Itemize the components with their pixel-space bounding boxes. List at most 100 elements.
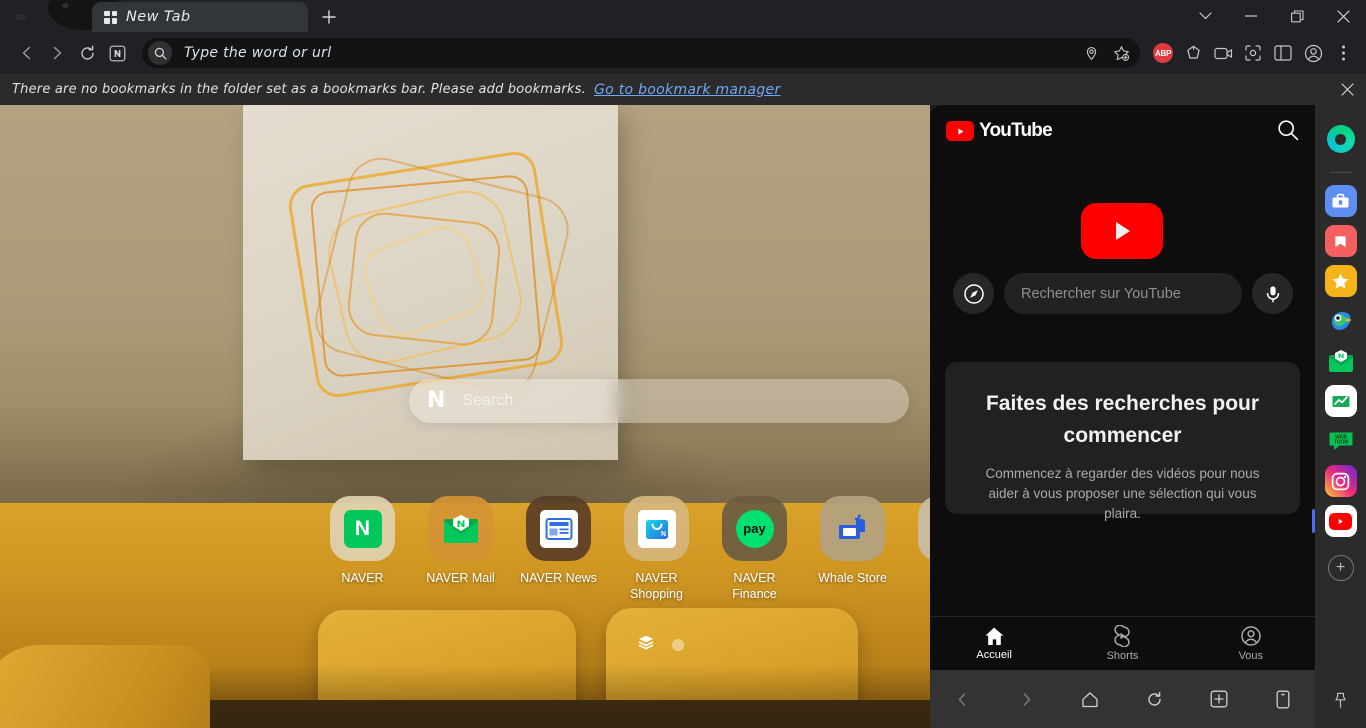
video-capture-button[interactable] [1208,38,1238,68]
restore-icon [1290,9,1304,22]
dock-item-favorites[interactable] [1324,265,1357,297]
shortcut-partial[interactable] [918,496,930,602]
restore-button[interactable] [1274,0,1320,32]
panel-back-button[interactable] [930,692,994,707]
youtube-large-play-logo [1081,203,1163,259]
naver-mail-icon [1328,349,1353,372]
address-bar-placeholder: Type the word or url [184,45,332,61]
page-indicator-dot[interactable] [672,638,684,651]
dock-pin-button[interactable] [1333,692,1348,714]
dock-item-instagram[interactable] [1324,465,1357,497]
chart-icon [1332,396,1349,407]
shortcut-naver-mail[interactable]: NAVER Mail [426,496,495,602]
profile-button[interactable] [1298,38,1328,68]
naver-icon: N [343,509,382,548]
tab-strip: New Tab [0,0,1366,32]
tile-label: NAVER Mail [426,571,495,585]
forward-button[interactable] [42,38,72,68]
tile-background [428,496,493,561]
explore-compass-icon [963,283,984,304]
close-bookmarks-bar-button[interactable] [1339,81,1356,98]
forward-icon [1023,692,1030,706]
bookmark-heart-icon [1335,235,1346,247]
svg-text:N: N [661,531,666,538]
panel-home-button[interactable] [1058,691,1122,708]
youtube-voice-search-button[interactable] [1252,273,1293,314]
new-tab-button[interactable] [316,4,342,30]
youtube-logo[interactable]: YouTube [946,120,1053,142]
shortcut-whale-store[interactable]: Whale Store [818,496,887,602]
panel-forward-button[interactable] [994,692,1058,707]
tile-background: N [624,496,689,561]
panel-device-button[interactable] [1251,690,1315,709]
dock-item-bookmarks[interactable] [1324,225,1357,257]
youtube-empty-title: Faites des recherches pour commencer [985,392,1260,447]
plus-icon [322,10,336,24]
dock-item-parrot[interactable] [1325,305,1357,337]
dock-item-whale-ring[interactable] [1325,123,1357,155]
tab-list-button[interactable] [1182,0,1228,32]
more-menu-button[interactable] [1328,38,1358,68]
screen-capture-button[interactable] [1238,38,1268,68]
dock-item-webtoon[interactable]: WEB TOON [1325,425,1357,457]
minimize-button[interactable] [1228,0,1274,32]
youtube-empty-subtitle: Commencez à regarder des vidéos pour nou… [985,466,1260,521]
dock-item-stocks[interactable] [1324,385,1357,417]
shortcut-naver-news[interactable]: NAVER News [520,496,597,602]
shortcut-naver-shopping[interactable]: N NAVER Shopping [624,496,689,602]
youtube-search-input[interactable]: Rechercher sur YouTube [1004,273,1242,314]
tab-label: New Tab [126,9,191,25]
whale-extension-button[interactable] [1178,38,1208,68]
home-button[interactable] [102,38,132,68]
search-icon [154,47,166,59]
location-pin-icon[interactable] [1076,38,1106,68]
close-window-button[interactable] [1320,0,1366,32]
panel-add-button[interactable] [1187,690,1251,708]
minimize-icon [1245,15,1257,17]
shortcut-naver[interactable]: N NAVER [330,496,395,602]
youtube-search-placeholder: Rechercher sur YouTube [1021,285,1181,302]
play-triangle-icon [1116,222,1130,240]
account-icon [1241,626,1261,646]
tile-background [526,496,591,561]
youtube-bottom-nav: Accueil Shorts Vous [930,616,1315,670]
adblock-plus-button[interactable]: ABP [1148,38,1178,68]
svg-text:TOON: TOON [1333,439,1348,445]
sidebar-toggle-button[interactable] [1268,38,1298,68]
panel-browse-bar [930,670,1315,728]
dock-item-toolbox[interactable] [1324,185,1357,217]
youtube-nav-accueil[interactable]: Accueil [930,626,1058,661]
tile-background: pay [722,496,787,561]
back-button[interactable] [12,38,42,68]
layers-icon[interactable] [638,634,654,655]
dock-item-youtube[interactable] [1311,505,1357,537]
close-icon [1336,9,1350,23]
panel-reload-button[interactable] [1123,691,1187,708]
add-icon [1210,690,1228,708]
youtube-search-button[interactable] [1277,119,1301,143]
youtube-explore-button[interactable] [953,273,994,314]
whale-ring-icon [1326,125,1355,153]
microphone-icon [1266,285,1279,302]
dock-add-button[interactable]: + [1327,555,1354,581]
bookmark-manager-link[interactable]: Go to bookmark manager [594,82,781,98]
address-bar[interactable]: Type the word or url [142,38,1140,68]
naver-search-box[interactable]: N Search [409,379,909,423]
dock-item-naver-mail[interactable] [1325,345,1357,377]
app-dock: WEB TOON + [1311,105,1366,728]
browser-window: New Tab Type the word or url ABP There a… [0,0,1366,728]
youtube-nav-vous[interactable]: Vous [1187,625,1315,662]
youtube-nav-shorts[interactable]: Shorts [1058,625,1186,662]
browser-toolbar: Type the word or url ABP [0,32,1366,74]
bookmarks-empty-message: There are no bookmarks in the folder set… [12,82,586,97]
window-controls [1182,0,1366,32]
shortcut-naver-finance[interactable]: pay NAVER Finance [722,496,787,602]
reload-button[interactable] [72,38,102,68]
tile-label: NAVER News [520,571,597,585]
add-bookmark-icon[interactable] [1106,38,1136,68]
adblock-plus-icon: ABP [1153,43,1173,63]
youtube-nav-label: Vous [1238,650,1264,662]
whale-extension-icon [1186,45,1200,59]
naver-pay-icon: pay [735,509,774,548]
browser-tab[interactable]: New Tab [92,2,308,32]
